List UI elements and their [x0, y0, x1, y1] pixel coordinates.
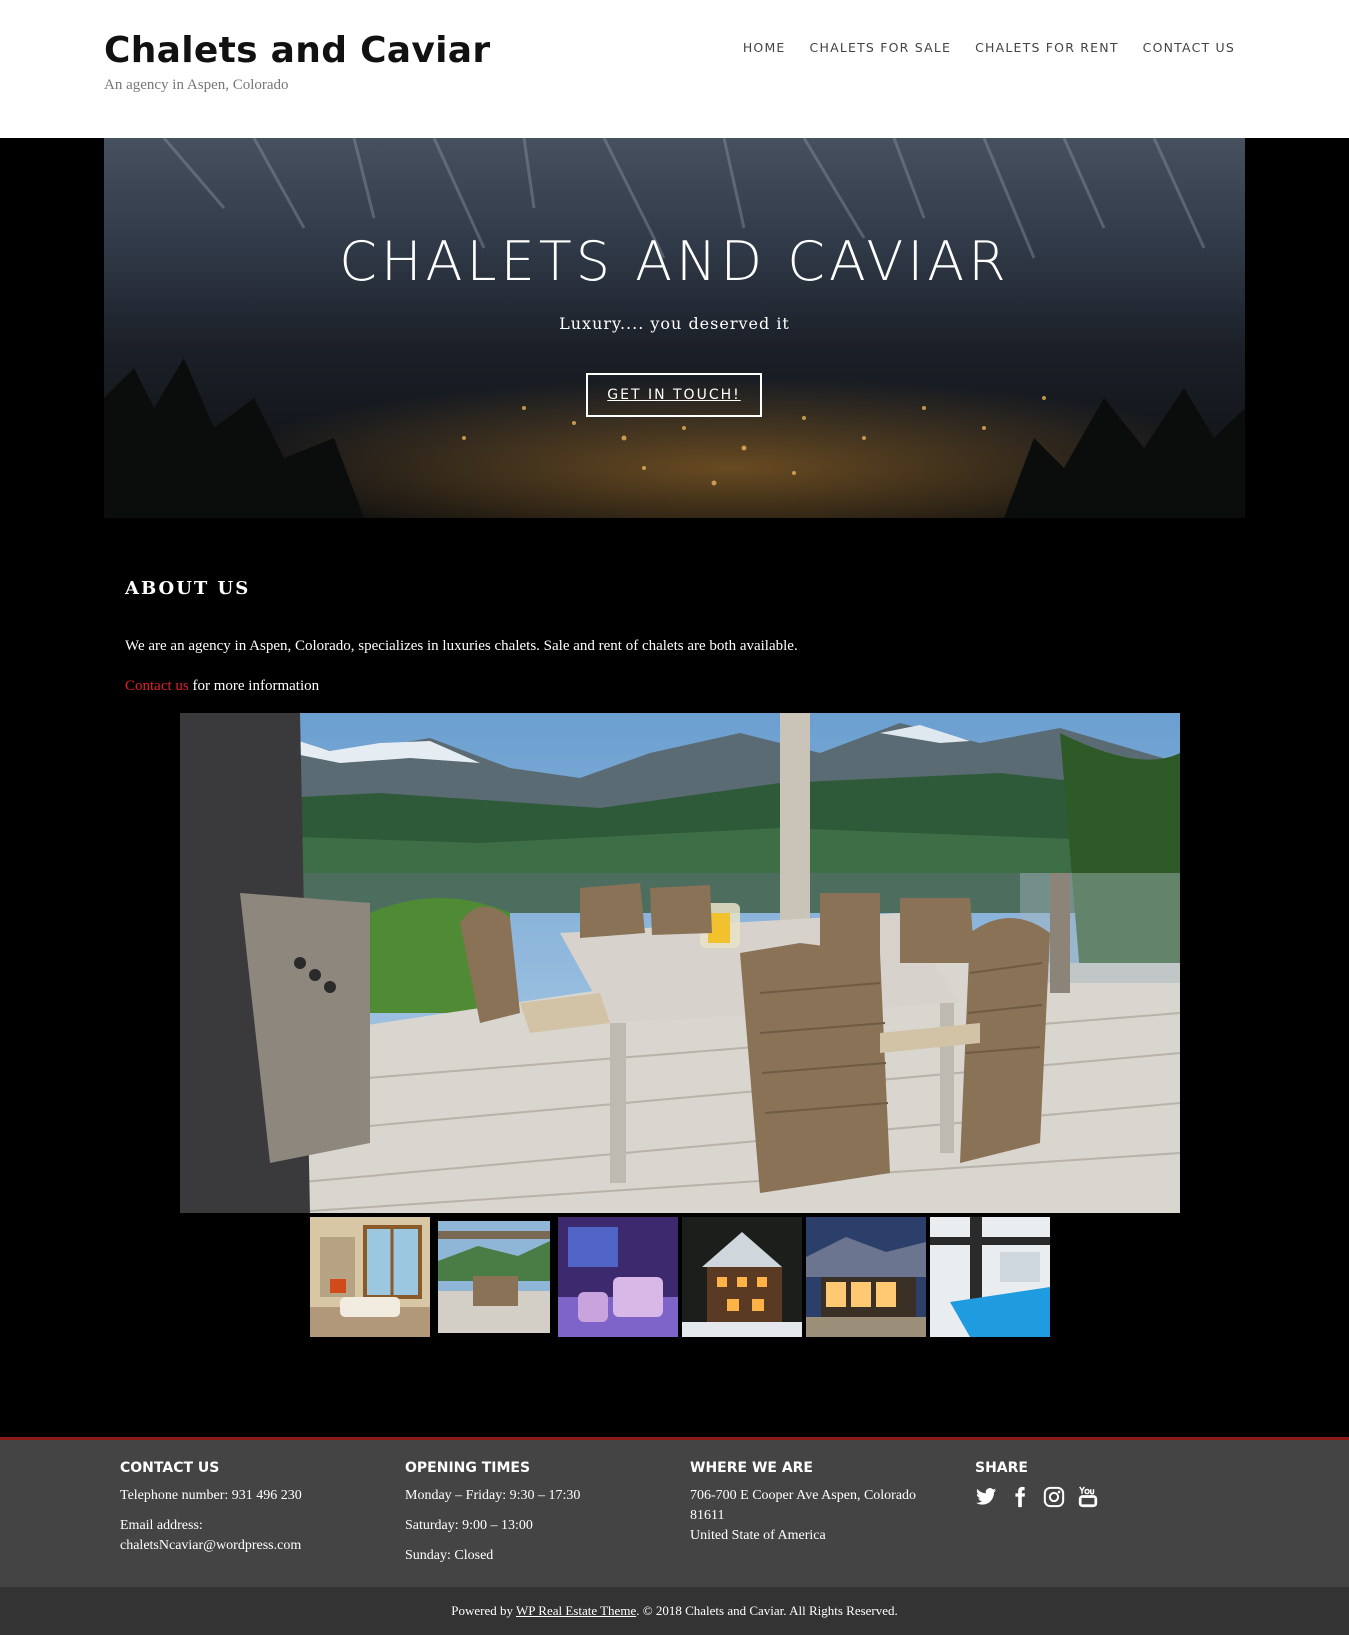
facebook-icon[interactable] [1009, 1486, 1031, 1508]
nav-chalets-for-sale[interactable]: CHALETS FOR SALE [810, 40, 952, 55]
footer-telephone: Telephone number: 931 496 230 [120, 1488, 302, 1503]
hero-banner: CHALETS AND CAVIAR Luxury.... you deserv… [104, 138, 1245, 518]
footer-location-heading: WHERE WE ARE [690, 1460, 813, 1476]
about-heading: ABOUT US [125, 578, 251, 599]
nav-contact-us[interactable]: CONTACT US [1143, 40, 1235, 55]
hero-subtitle: Luxury.... you deserved it [559, 314, 790, 333]
footer-share-heading: SHARE [975, 1460, 1028, 1476]
get-in-touch-button[interactable]: GET IN TOUCH! [586, 373, 762, 417]
footer-hours-heading: OPENING TIMES [405, 1460, 531, 1476]
site-title[interactable]: Chalets and Caviar [104, 30, 490, 71]
thumbnail-chalet-exterior[interactable] [682, 1217, 802, 1337]
footer-contact: CONTACT US Telephone number: 931 496 230… [120, 1460, 380, 1566]
footer-contact-heading: CONTACT US [120, 1460, 220, 1476]
footer-email-block: Email address: chaletsNcaviar@wordpress.c… [120, 1516, 380, 1556]
about-contact-line: Contact us for more information [125, 678, 319, 695]
thumbnail-deck[interactable] [438, 1221, 550, 1333]
thumbnail-modern-house[interactable] [806, 1217, 926, 1337]
thumbnail-living-room[interactable] [310, 1217, 430, 1337]
footer-address-line1: 706-700 E Cooper Ave Aspen, Colorado [690, 1488, 917, 1503]
footer-address: 706-700 E Cooper Ave Aspen, Colorado 8161… [690, 1486, 960, 1546]
contact-suffix: for more information [188, 678, 320, 694]
footer-email-label: Email address: [120, 1518, 203, 1533]
nav-chalets-for-rent[interactable]: CHALETS FOR RENT [975, 40, 1119, 55]
contact-us-link[interactable]: Contact us [125, 678, 189, 694]
thumbnail-home-theater[interactable] [558, 1217, 678, 1337]
twitter-icon[interactable] [975, 1486, 997, 1508]
about-text: We are an agency in Aspen, Colorado, spe… [125, 638, 798, 654]
footer-email[interactable]: chaletsNcaviar@wordpress.com [120, 1538, 301, 1553]
footer-address-line2: 81611 [690, 1508, 725, 1523]
instagram-icon[interactable] [1043, 1486, 1065, 1508]
thumbnail-pool[interactable] [930, 1217, 1050, 1337]
footer-location: WHERE WE ARE 706-700 E Cooper Ave Aspen,… [690, 1460, 960, 1556]
bottom-bar: Powered by WP Real Estate Theme. © 2018 … [0, 1587, 1349, 1635]
footer-hours: OPENING TIMES Monday – Friday: 9:30 – 17… [405, 1460, 665, 1576]
main-nav: HOME CHALETS FOR SALE CHALETS FOR RENT C… [743, 40, 1235, 55]
footer-hours-sunday: Sunday: Closed [405, 1548, 494, 1563]
footer-share: SHARE [975, 1460, 1175, 1508]
site-tagline: An agency in Aspen, Colorado [104, 77, 289, 93]
youtube-icon[interactable] [1077, 1486, 1099, 1508]
theme-link[interactable]: WP Real Estate Theme [516, 1603, 636, 1618]
gallery-thumbnails [310, 1217, 1050, 1337]
copyright-text: . © 2018 Chalets and Caviar. All Rights … [636, 1603, 898, 1618]
hero-title: CHALETS AND CAVIAR [339, 230, 1010, 293]
footer-hours-saturday: Saturday: 9:00 – 13:00 [405, 1518, 533, 1533]
footer-country: United State of America [690, 1528, 826, 1543]
social-icons [975, 1486, 1175, 1508]
bottom-bar-prefix: Powered by [451, 1603, 516, 1618]
footer-hours-weekdays: Monday – Friday: 9:30 – 17:30 [405, 1488, 581, 1503]
site-footer: CONTACT US Telephone number: 931 496 230… [0, 1437, 1349, 1587]
site-header: Chalets and Caviar An agency in Aspen, C… [0, 0, 1349, 138]
gallery-main-image[interactable] [180, 713, 1180, 1213]
nav-home[interactable]: HOME [743, 40, 786, 55]
